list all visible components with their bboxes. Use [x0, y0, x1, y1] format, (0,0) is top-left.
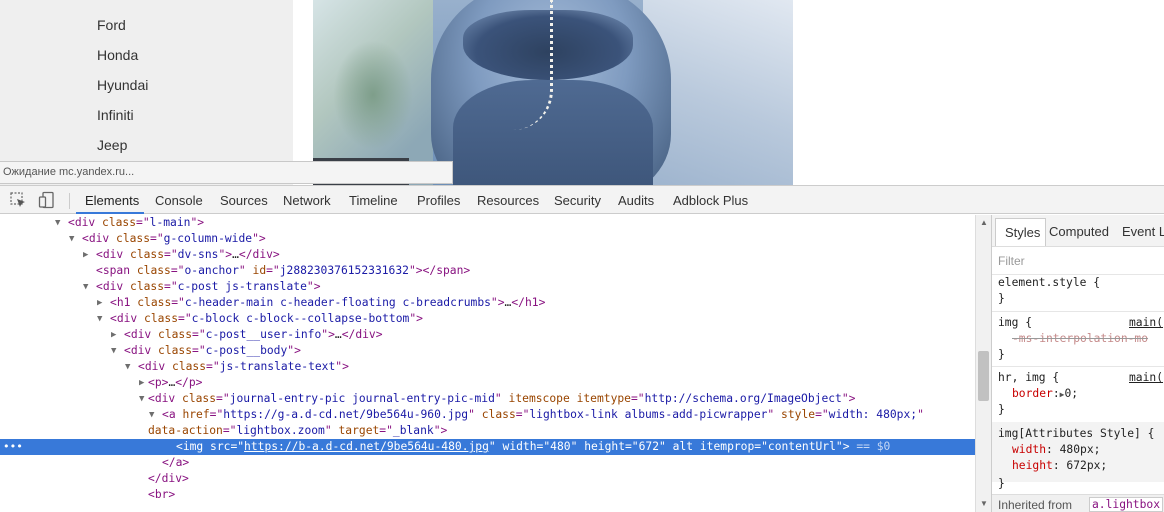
dom-node[interactable]: ▼ <a href="https://g-a.d-cd.net/9be564u-9…: [0, 407, 975, 423]
tab-timeline[interactable]: Timeline: [349, 193, 398, 208]
tab-security[interactable]: Security: [554, 193, 601, 208]
expand-arrow-icon[interactable]: ▶: [97, 295, 107, 311]
collapse-arrow-icon[interactable]: ▼: [55, 215, 65, 231]
rule-img-property-overridden[interactable]: -ms-interpolation-mo: [1012, 332, 1148, 346]
inherited-label: Inherited from: [998, 498, 1073, 512]
collapse-arrow-icon[interactable]: ▼: [69, 231, 79, 247]
dom-node[interactable]: ▼ <div class="journal-entry-pic journal-e…: [0, 391, 975, 407]
collapse-arrow-icon[interactable]: ▼: [125, 359, 135, 375]
collapse-arrow-icon[interactable]: ▼: [97, 311, 107, 327]
tab-event-listeners[interactable]: Event L: [1122, 224, 1164, 239]
tab-console[interactable]: Console: [155, 193, 203, 208]
tab-adblock-plus[interactable]: Adblock Plus: [673, 193, 748, 208]
rule-img-source-link[interactable]: main(: [1129, 316, 1163, 330]
element-style-selector[interactable]: element.style {: [998, 276, 1100, 290]
dom-node[interactable]: <br>: [0, 487, 975, 503]
scroll-down-icon[interactable]: ▼: [980, 499, 988, 508]
width-property[interactable]: width: 480px;: [1012, 443, 1100, 457]
active-tab-indicator: [76, 212, 144, 214]
rule-hr-img-source-link[interactable]: main(: [1129, 371, 1163, 385]
dom-node[interactable]: ▼ <div class="l-main">: [0, 215, 975, 231]
dom-node[interactable]: ▶ <h1 class="c-header-main c-header-float…: [0, 295, 975, 311]
scroll-up-icon[interactable]: ▲: [980, 218, 988, 227]
tab-styles[interactable]: Styles: [995, 218, 1047, 246]
car-brand-list: Ford Honda Hyundai Infiniti Jeep: [0, 0, 293, 185]
rule-close-brace: }: [998, 348, 1005, 361]
dom-node[interactable]: <span class="o-anchor" id="j288230376152…: [0, 263, 975, 279]
dom-node[interactable]: ▼ <div class="js-translate-text">: [0, 359, 975, 375]
dom-tree[interactable]: ▼ <div class="l-main"> ▼ <div class="g-col…: [0, 215, 975, 512]
car-link-honda[interactable]: Honda: [97, 46, 138, 64]
car-link-jeep[interactable]: Jeep: [97, 136, 127, 154]
rule-close-brace: }: [998, 403, 1005, 416]
dom-node[interactable]: </div>: [0, 471, 975, 487]
dom-node[interactable]: data-action="lightbox.zoom" target="_bla…: [0, 423, 975, 439]
car-link-infiniti[interactable]: Infiniti: [97, 106, 134, 124]
dom-node[interactable]: ▶ <div class="c-post__user-info">…</div>: [0, 327, 975, 343]
tab-audits[interactable]: Audits: [618, 193, 654, 208]
device-mode-icon[interactable]: [38, 191, 56, 209]
tab-profiles[interactable]: Profiles: [417, 193, 460, 208]
devtools-toolbar: Elements Console Sources Network Timelin…: [0, 186, 1164, 214]
tab-computed[interactable]: Computed: [1049, 224, 1109, 239]
dom-node[interactable]: ▼ <div class="c-post__body">: [0, 343, 975, 359]
scrollbar-thumb[interactable]: [978, 351, 989, 401]
expand-arrow-icon[interactable]: ▶: [111, 327, 121, 343]
page-viewport: Ford Honda Hyundai Infiniti Jeep Ожидани…: [0, 0, 1164, 185]
car-link-hyundai[interactable]: Hyundai: [97, 76, 148, 94]
tab-resources[interactable]: Resources: [477, 193, 539, 208]
expand-arrow-icon[interactable]: ▶: [83, 247, 93, 263]
dom-node[interactable]: ▶ <p>…</p>: [0, 375, 975, 391]
dom-node[interactable]: ▶ <div class="dv-sns">…</div>: [0, 247, 975, 263]
toolbar-divider: [69, 193, 70, 209]
collapse-arrow-icon[interactable]: ▼: [111, 343, 121, 359]
more-options-dots[interactable]: •••: [3, 439, 23, 455]
dom-node-selected[interactable]: ••• <img src="https://b-a.d-cd.net/9be564…: [0, 439, 975, 455]
post-photo[interactable]: [313, 0, 793, 185]
dom-node[interactable]: ▼ <div class="g-column-wide">: [0, 231, 975, 247]
dom-scrollbar[interactable]: ▲ ▼: [975, 215, 991, 512]
height-property[interactable]: height: 672px;: [1012, 459, 1107, 473]
dom-node[interactable]: ▼ <div class="c-block c-block--collapse-b…: [0, 311, 975, 327]
devtools-panel: Elements Console Sources Network Timelin…: [0, 185, 1164, 512]
inspect-element-icon[interactable]: [9, 191, 27, 209]
dom-node[interactable]: ▼ <div class="c-post js-translate">: [0, 279, 975, 295]
styles-pane: Styles Computed Event L element.style { …: [991, 215, 1164, 512]
attributes-style-rule: img[Attributes Style] { width: 480px; he…: [992, 422, 1164, 482]
rule-img-selector[interactable]: img {: [998, 316, 1032, 330]
rule-border-property[interactable]: border:▶0;: [1012, 387, 1078, 402]
styles-filter-input[interactable]: [998, 252, 1158, 270]
tab-sources[interactable]: Sources: [220, 193, 268, 208]
collapse-arrow-icon[interactable]: ▼: [149, 407, 159, 423]
collapse-arrow-icon[interactable]: ▼: [83, 279, 93, 295]
rule-close-brace: }: [998, 292, 1005, 305]
attributes-style-selector[interactable]: img[Attributes Style] {: [998, 427, 1154, 441]
status-bubble: Ожидание mc.yandex.ru...: [0, 161, 453, 184]
inherited-from-bar: Inherited from a.lightbox: [992, 494, 1164, 512]
rule-hr-img-selector[interactable]: hr, img {: [998, 371, 1059, 385]
rule-close-brace: }: [998, 477, 1005, 490]
car-link-ford[interactable]: Ford: [97, 16, 126, 34]
tab-elements[interactable]: Elements: [85, 193, 139, 208]
img-src-link[interactable]: https://b-a.d-cd.net/9be564u-480.jpg: [244, 440, 489, 453]
inherited-element-link[interactable]: a.lightbox: [1089, 497, 1164, 512]
dom-node[interactable]: </a>: [0, 455, 975, 471]
tab-network[interactable]: Network: [283, 193, 331, 208]
styles-tab-bar: Styles Computed Event L: [992, 215, 1164, 247]
